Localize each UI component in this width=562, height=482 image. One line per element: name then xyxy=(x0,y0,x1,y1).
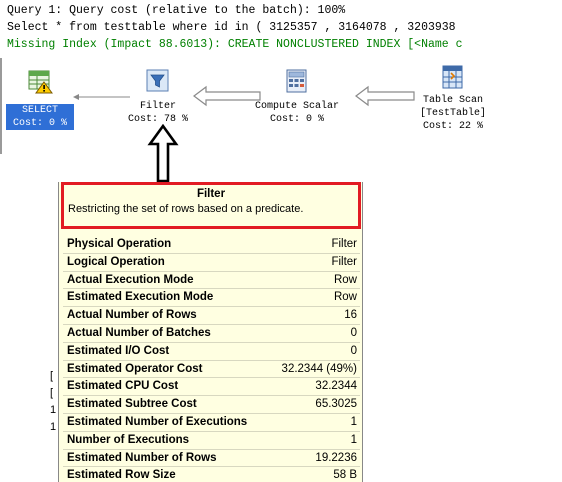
tooltip-property-row: Estimated I/O Cost 0 xyxy=(63,343,360,361)
property-value: 16 xyxy=(344,309,357,322)
property-value: 1 xyxy=(350,433,357,446)
property-value: 58 B xyxy=(333,469,357,482)
property-value: 0 xyxy=(350,344,357,357)
tooltip-property-row: Estimated Subtree Cost 65.3025 xyxy=(63,396,360,414)
tooltip-property-row: Estimated Number of Rows 19.2236 xyxy=(63,450,360,468)
select-node-name: SELECT xyxy=(21,105,58,116)
property-value: Row xyxy=(333,291,357,304)
filter-compute-connector xyxy=(193,85,261,107)
property-label: Logical Operation xyxy=(67,255,165,268)
tooltip-property-row: Estimated CPU Cost 32.2344 xyxy=(63,378,360,397)
property-label: Estimated Number of Executions xyxy=(67,415,248,428)
property-value: 32.2344 (49%) xyxy=(281,362,357,375)
property-label: Estimated Number of Rows xyxy=(67,451,217,464)
property-label: Estimated I/O Cost xyxy=(67,344,170,357)
missing-index-line[interactable]: Missing Index (Impact 88.6013): CREATE N… xyxy=(7,38,462,52)
tooltip-property-row: Estimated Number of Executions 1 xyxy=(63,414,360,432)
property-label: Actual Number of Rows xyxy=(67,309,197,322)
property-label: Physical Operation xyxy=(67,238,172,250)
property-value: 0 xyxy=(350,326,357,339)
operator-tooltip: Filter Restricting the set of rows based… xyxy=(58,182,363,482)
pane-splitter[interactable] xyxy=(0,58,2,154)
property-label: Estimated Subtree Cost xyxy=(67,398,197,411)
tooltip-header-highlight: Filter Restricting the set of rows based… xyxy=(61,182,361,229)
compute-scan-connector xyxy=(355,85,415,107)
property-label: Actual Execution Mode xyxy=(67,273,194,286)
property-label: Number of Executions xyxy=(67,433,190,446)
annotation-arrow-icon xyxy=(147,124,179,183)
scan-node-object: [TestTable] xyxy=(419,108,486,119)
tooltip-properties-table: Physical Operation Filter Logical Operatio… xyxy=(63,236,360,482)
tooltip-property-row: Estimated Row Size 58 B xyxy=(63,467,360,482)
property-value: Row xyxy=(333,273,357,286)
tooltip-property-row: Actual Number of Batches 0 xyxy=(63,325,360,343)
tooltip-property-row: Actual Number of Rows 16 xyxy=(63,307,360,325)
select-result-icon xyxy=(28,70,53,94)
table-scan-icon xyxy=(442,65,463,89)
tooltip-property-row: Estimated Execution Mode Row xyxy=(63,289,360,308)
property-label: Actual Number of Batches xyxy=(67,326,211,339)
query-header: Query 1: Query cost (relative to the bat… xyxy=(0,0,562,60)
obscured-grid-edge: [[1 1 xyxy=(50,370,57,433)
property-value: 65.3025 xyxy=(315,398,357,411)
query-cost-line: Query 1: Query cost (relative to the bat… xyxy=(7,4,346,17)
filter-icon xyxy=(146,69,169,92)
property-value: Filter xyxy=(331,255,357,268)
tooltip-title: Filter xyxy=(196,188,226,200)
tooltip-property-row: Estimated Operator Cost 32.2344 (49%) xyxy=(63,361,360,379)
select-filter-connector xyxy=(73,94,130,100)
compute-scalar-icon xyxy=(286,69,307,93)
compute-node-cost: Cost: 0 % xyxy=(269,114,324,125)
property-value: 32.2344 xyxy=(315,380,357,393)
query-text-line[interactable]: Select * from testtable where id in ( 31… xyxy=(7,21,456,35)
property-label: Estimated Execution Mode xyxy=(67,291,214,304)
property-label: Estimated Row Size xyxy=(67,469,176,482)
tooltip-property-row: Physical Operation Filter xyxy=(63,236,360,254)
tooltip-description: Restricting the set of rows based on a p… xyxy=(68,203,304,215)
tooltip-property-row: Actual Execution Mode Row xyxy=(63,272,360,290)
tooltip-property-row: Number of Executions 1 xyxy=(63,432,360,450)
property-label: Estimated CPU Cost xyxy=(67,380,179,393)
select-node-cost: Cost: 0 % xyxy=(12,118,67,129)
property-value: 1 xyxy=(350,415,357,428)
scan-node-cost: Cost: 22 % xyxy=(422,121,483,132)
tooltip-property-row: Logical Operation Filter xyxy=(63,254,360,272)
select-node-label: SELECT Cost: 0 % xyxy=(6,104,74,130)
property-label: Estimated Operator Cost xyxy=(67,362,203,375)
property-value: Filter xyxy=(331,238,357,250)
property-value: 19.2236 xyxy=(315,451,357,464)
